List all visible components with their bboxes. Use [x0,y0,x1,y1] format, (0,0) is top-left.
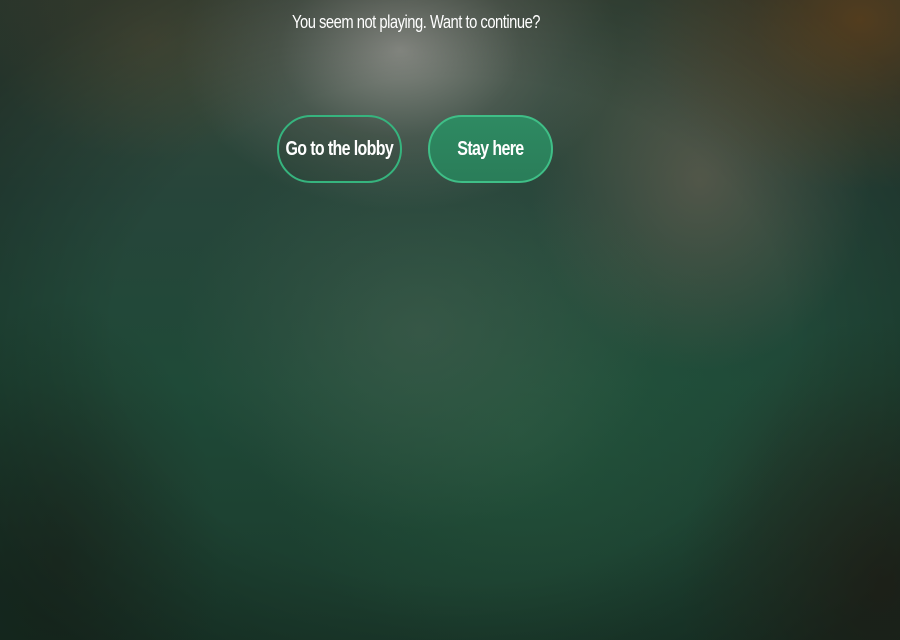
inactivity-message: You seem not playing. Want to continue? [291,12,541,32]
stay-here-button[interactable]: Stay here [428,115,553,183]
go-to-lobby-label: Go to the lobby [285,137,394,160]
go-to-lobby-button[interactable]: Go to the lobby [277,115,402,183]
stay-here-label: Stay here [457,137,524,160]
inactivity-dialog: You seem not playing. Want to continue? … [0,0,900,640]
